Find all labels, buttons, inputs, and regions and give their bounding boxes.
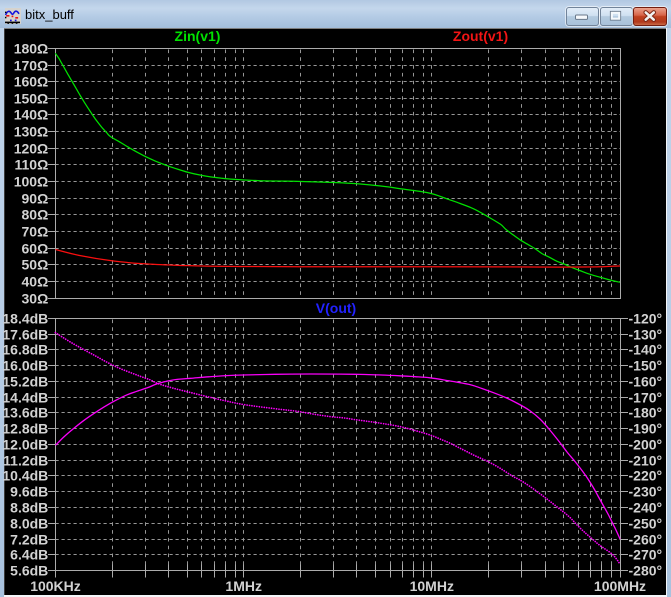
svg-text:120Ω: 120Ω	[14, 141, 49, 157]
svg-text:170Ω: 170Ω	[14, 58, 49, 74]
svg-text:-130°: -130°	[629, 327, 663, 343]
svg-text:-270°: -270°	[629, 547, 663, 563]
svg-text:7.2dB: 7.2dB	[10, 532, 48, 548]
svg-text:16.0dB: 16.0dB	[2, 358, 48, 374]
svg-text:12.8dB: 12.8dB	[2, 421, 48, 437]
svg-text:V(out): V(out)	[316, 300, 356, 316]
svg-text:-230°: -230°	[629, 484, 663, 500]
svg-text:-240°: -240°	[629, 500, 663, 516]
svg-text:110Ω: 110Ω	[14, 157, 48, 173]
svg-text:-170°: -170°	[629, 390, 663, 406]
svg-text:18.4dB: 18.4dB	[2, 311, 48, 327]
svg-text:5.6dB: 5.6dB	[10, 563, 48, 579]
svg-text:15.2dB: 15.2dB	[2, 374, 48, 390]
svg-text:-260°: -260°	[629, 532, 663, 548]
svg-text:80Ω: 80Ω	[22, 207, 49, 223]
svg-text:13.6dB: 13.6dB	[2, 405, 48, 421]
svg-text:30Ω: 30Ω	[22, 291, 49, 307]
svg-text:16.8dB: 16.8dB	[2, 342, 48, 358]
svg-text:150Ω: 150Ω	[14, 91, 49, 107]
svg-text:6.4dB: 6.4dB	[10, 547, 48, 563]
svg-text:10.4dB: 10.4dB	[2, 468, 48, 484]
svg-text:11.2dB: 11.2dB	[3, 453, 48, 469]
svg-text:-190°: -190°	[629, 421, 663, 437]
svg-text:180Ω: 180Ω	[14, 41, 49, 57]
svg-text:14.4dB: 14.4dB	[2, 390, 48, 406]
svg-text:-250°: -250°	[629, 516, 663, 532]
svg-text:10MHz: 10MHz	[410, 578, 454, 594]
svg-text:40Ω: 40Ω	[22, 274, 49, 290]
svg-text:100MHz: 100MHz	[594, 578, 646, 594]
svg-text:-150°: -150°	[629, 358, 663, 374]
svg-text:Zout(v1): Zout(v1)	[453, 28, 508, 44]
svg-text:12.0dB: 12.0dB	[2, 437, 48, 453]
svg-text:90Ω: 90Ω	[22, 191, 49, 207]
svg-text:50Ω: 50Ω	[22, 257, 49, 273]
svg-text:9.6dB: 9.6dB	[10, 484, 48, 500]
svg-text:130Ω: 130Ω	[14, 124, 49, 140]
svg-text:-160°: -160°	[629, 374, 663, 390]
svg-text:-180°: -180°	[629, 405, 663, 421]
svg-text:Zin(v1): Zin(v1)	[175, 28, 221, 44]
svg-text:8.8dB: 8.8dB	[10, 500, 48, 516]
svg-text:-140°: -140°	[629, 342, 663, 358]
svg-text:140Ω: 140Ω	[14, 107, 49, 123]
svg-text:1MHz: 1MHz	[225, 578, 262, 594]
svg-text:8.0dB: 8.0dB	[10, 516, 48, 532]
svg-text:100Ω: 100Ω	[14, 174, 49, 190]
svg-text:-280°: -280°	[629, 563, 663, 579]
svg-text:-200°: -200°	[629, 437, 663, 453]
svg-text:60Ω: 60Ω	[22, 241, 49, 257]
svg-text:-220°: -220°	[629, 468, 663, 484]
svg-text:-120°: -120°	[629, 311, 663, 327]
svg-text:160Ω: 160Ω	[14, 74, 49, 90]
svg-text:-210°: -210°	[629, 453, 663, 469]
svg-text:70Ω: 70Ω	[22, 224, 49, 240]
svg-text:100KHz: 100KHz	[30, 578, 81, 594]
svg-text:17.6dB: 17.6dB	[2, 327, 48, 343]
